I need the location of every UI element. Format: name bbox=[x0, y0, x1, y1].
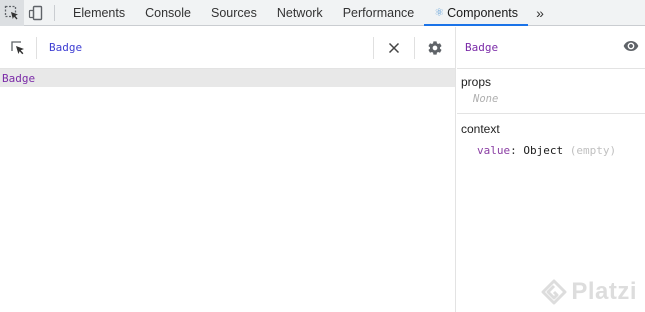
component-inspector-pane: Badge props None context value: Object (… bbox=[457, 27, 645, 312]
react-atom-icon: ⚛ bbox=[434, 7, 445, 19]
tab-label: Console bbox=[145, 5, 191, 20]
inspect-element-icon[interactable] bbox=[0, 0, 24, 26]
tab-label: Network bbox=[276, 5, 323, 20]
key-value-separator: : bbox=[510, 144, 524, 157]
context-value: Object bbox=[523, 144, 564, 157]
tab-components[interactable]: ⚛ Components bbox=[424, 0, 528, 26]
platzi-logo-icon bbox=[541, 279, 567, 305]
gear-icon[interactable] bbox=[415, 27, 455, 69]
context-title: context bbox=[461, 122, 500, 136]
context-section: context value: Object (empty) bbox=[457, 114, 645, 165]
watermark: Platzi bbox=[541, 278, 637, 306]
context-key: value bbox=[477, 144, 511, 157]
tab-label: Sources bbox=[210, 5, 257, 20]
device-toolbar-icon[interactable] bbox=[24, 0, 48, 26]
tab-network[interactable]: Network bbox=[267, 0, 333, 25]
tab-label: Components bbox=[447, 5, 518, 20]
context-entry[interactable]: value: Object (empty) bbox=[461, 144, 641, 157]
select-component-icon[interactable] bbox=[0, 27, 36, 69]
tab-label: Elements bbox=[73, 5, 126, 20]
eye-icon[interactable] bbox=[623, 38, 639, 57]
component-tree-pane: Badge bbox=[0, 26, 456, 312]
inspector-header: Badge bbox=[457, 27, 645, 69]
props-empty-text: None bbox=[473, 93, 499, 105]
watermark-text: Platzi bbox=[571, 278, 637, 305]
tree-row-label: Badge bbox=[2, 71, 36, 85]
tab-console[interactable]: Console bbox=[135, 0, 201, 25]
toolbar-divider bbox=[54, 5, 55, 21]
tab-elements[interactable]: Elements bbox=[63, 0, 135, 25]
context-value-note: (empty) bbox=[569, 144, 617, 157]
component-search-input[interactable] bbox=[37, 26, 373, 69]
props-title: props bbox=[461, 75, 492, 89]
tab-performance[interactable]: Performance bbox=[333, 0, 425, 25]
props-section: props None bbox=[457, 69, 645, 114]
devtools-tab-bar: Elements Console Sources Network Perform… bbox=[0, 0, 645, 26]
close-icon[interactable] bbox=[374, 27, 414, 69]
tree-row-selected[interactable]: Badge bbox=[0, 69, 455, 87]
inspected-component-name: Badge bbox=[465, 41, 499, 54]
tree-toolbar bbox=[0, 26, 455, 69]
chevron-double-right-icon[interactable]: » bbox=[528, 0, 552, 25]
tab-sources[interactable]: Sources bbox=[201, 0, 267, 25]
tab-label: Performance bbox=[342, 5, 415, 20]
